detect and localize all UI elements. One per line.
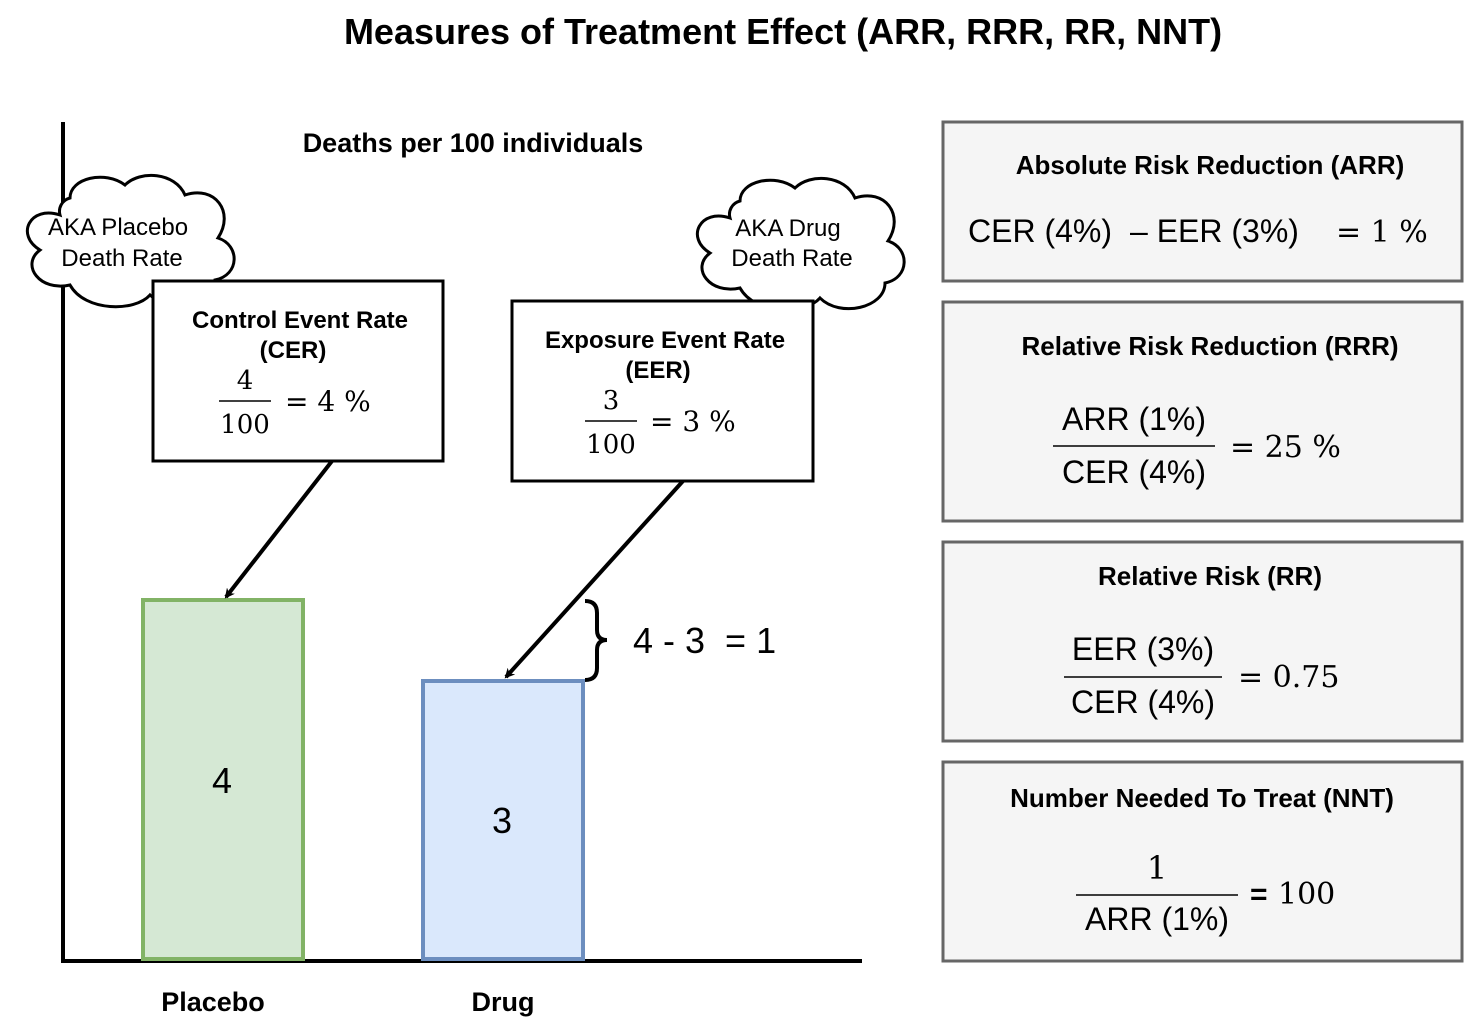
cloud-drug-line2: Death Rate xyxy=(731,245,852,272)
arrow-cer-to-placebo xyxy=(224,459,334,599)
panel-nnt: Number Needed To Treat (NNT) 1 ARR (1%) … xyxy=(941,760,1464,963)
x-label-drug: Drug xyxy=(472,987,535,1017)
x-label-placebo: Placebo xyxy=(161,987,265,1017)
nnt-result: 100 xyxy=(1278,877,1335,912)
arr-result: = 1 % xyxy=(1336,215,1428,250)
panel-rrr: Relative Risk Reduction (RRR) ARR (1%) C… xyxy=(941,300,1464,523)
cer-title-2: (CER) xyxy=(260,337,327,364)
cer-numerator: 4 xyxy=(237,366,254,396)
rrr-denominator: CER (4%) xyxy=(1062,454,1206,490)
panel-arr: Absolute Risk Reduction (ARR) CER (4%) –… xyxy=(941,120,1464,283)
rr-denominator: CER (4%) xyxy=(1071,684,1215,720)
eer-title-2: (EER) xyxy=(625,357,690,384)
nnt-title: Number Needed To Treat (NNT) xyxy=(1010,783,1394,813)
difference-label: 4 - 3 = 1 xyxy=(633,620,776,661)
page-title: Measures of Treatment Effect (ARR, RRR, … xyxy=(344,11,1222,52)
chart-subtitle: Deaths per 100 individuals xyxy=(303,128,644,158)
cloud-placebo-line1: AKA Placebo xyxy=(48,214,188,241)
diagram-canvas: Measures of Treatment Effect (ARR, RRR, … xyxy=(26,11,1464,1017)
arr-cer: CER (4%) xyxy=(968,213,1112,249)
nnt-numerator: 1 xyxy=(1147,849,1167,887)
rr-result: = 0.75 xyxy=(1238,660,1339,695)
bar-placebo-value: 4 xyxy=(212,760,232,801)
brace xyxy=(584,599,608,682)
cer-box: Control Event Rate (CER) 4 100 = 4 % xyxy=(151,279,445,463)
cloud-drug: AKA Drug Death Rate xyxy=(696,176,906,312)
cloud-drug-line1: AKA Drug xyxy=(735,215,840,242)
rrr-result: = 25 % xyxy=(1230,430,1341,465)
panel-rr: Relative Risk (RR) EER (3%) CER (4%) = 0… xyxy=(941,540,1464,743)
eer-title-1: Exposure Event Rate xyxy=(545,327,785,354)
cloud-placebo-line2: Death Rate xyxy=(61,245,182,272)
bar-drug-value: 3 xyxy=(492,800,512,841)
cer-result: = 4 % xyxy=(285,385,371,418)
rr-numerator: EER (3%) xyxy=(1072,631,1214,667)
rr-title: Relative Risk (RR) xyxy=(1098,561,1322,591)
arr-eer: – EER (3%) xyxy=(1130,213,1299,249)
cer-title-1: Control Event Rate xyxy=(192,307,408,334)
rrr-title: Relative Risk Reduction (RRR) xyxy=(1021,331,1398,361)
cer-denominator: 100 xyxy=(220,410,270,440)
eer-numerator: 3 xyxy=(603,386,620,416)
nnt-denominator: ARR (1%) xyxy=(1085,901,1229,937)
arr-title: Absolute Risk Reduction (ARR) xyxy=(1016,150,1405,180)
eer-box: Exposure Event Rate (EER) 3 100 = 3 % xyxy=(510,299,815,483)
rrr-numerator: ARR (1%) xyxy=(1062,401,1206,437)
eer-denominator: 100 xyxy=(586,430,636,460)
eer-result: = 3 % xyxy=(650,405,736,438)
nnt-result-eq: = xyxy=(1250,878,1268,911)
